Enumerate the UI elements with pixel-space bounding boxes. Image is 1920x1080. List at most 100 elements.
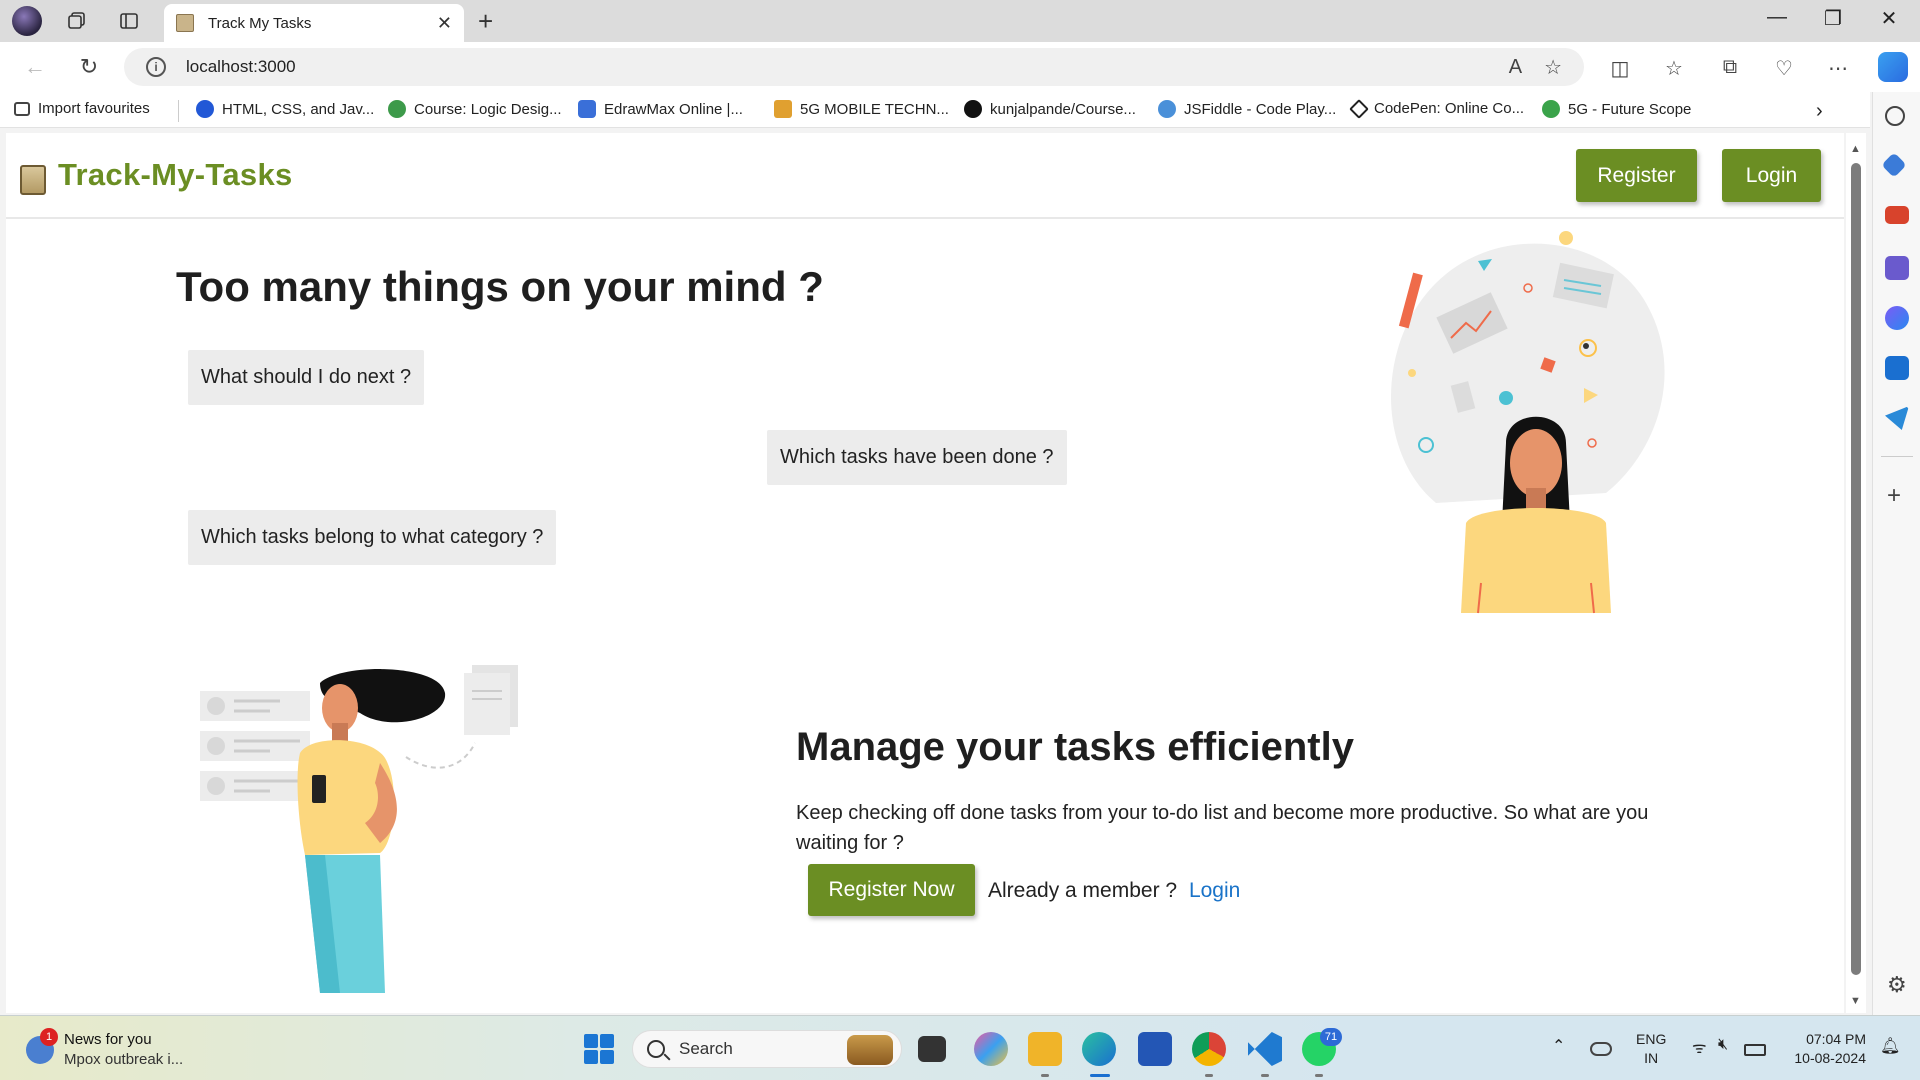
login-button[interactable]: Login (1722, 149, 1821, 202)
bookmarks-bar: Import favourites HTML, CSS, and Jav... … (0, 92, 1870, 128)
bookmark-5g-future-scope[interactable]: 5G - Future Scope (1542, 100, 1691, 118)
tools-briefcase-icon[interactable] (1885, 206, 1909, 224)
edge-sidebar: + ⚙ (1872, 92, 1920, 1015)
copilot-icon[interactable] (1878, 52, 1908, 82)
chrome-icon[interactable] (1192, 1032, 1226, 1066)
profile-avatar[interactable] (12, 6, 42, 36)
news-title[interactable]: News for you (64, 1031, 152, 1048)
battery-icon[interactable] (1744, 1044, 1766, 1056)
sidebar-search-icon[interactable] (1885, 106, 1905, 126)
notebook-icon (176, 14, 194, 32)
address-toolbar: ← ↻ i localhost:3000 A ☆ ◫ ☆ ⧉ ♡ ⋯ (0, 42, 1920, 92)
microsoft-store-icon[interactable] (1138, 1032, 1172, 1066)
microsoft365-icon[interactable] (1885, 306, 1909, 330)
register-button[interactable]: Register (1576, 149, 1697, 202)
workspaces-icon[interactable] (64, 8, 90, 34)
edge-icon[interactable] (1082, 1032, 1116, 1066)
back-arrow-icon[interactable]: ← (20, 52, 50, 82)
github-icon (964, 100, 982, 118)
coursera-icon (196, 100, 214, 118)
bookmarks-more-chevron-icon[interactable]: › (1816, 100, 1823, 123)
bookmark-html-css[interactable]: HTML, CSS, and Jav... (196, 100, 374, 118)
scroll-up-arrow-icon[interactable]: ▲ (1850, 143, 1861, 155)
windows-start-icon[interactable] (584, 1034, 614, 1064)
refresh-icon[interactable]: ↻ (74, 52, 104, 82)
whatsapp-indicator (1315, 1074, 1323, 1077)
bookmark-5g-mobile[interactable]: 5G MOBILE TECHN... (774, 100, 949, 118)
bookmark-import-favourites[interactable]: Import favourites (14, 100, 150, 117)
wifi-icon[interactable]: ᯤ (1692, 1036, 1707, 1058)
bookmark-page-icon (774, 100, 792, 118)
notification-bell-icon[interactable]: 🔔︎ (1880, 1036, 1900, 1056)
file-explorer-icon[interactable] (1028, 1032, 1062, 1066)
vscode-indicator (1261, 1074, 1269, 1077)
bookmark-jsfiddle[interactable]: JSFiddle - Code Play... (1158, 100, 1336, 118)
outlook-icon[interactable] (1885, 356, 1909, 380)
brand-title[interactable]: Track-My-Tasks (58, 157, 293, 193)
bookmark-logic-design[interactable]: Course: Logic Desig... (388, 100, 562, 118)
split-screen-icon[interactable]: ◫ (1606, 56, 1634, 81)
sidebar-divider (1881, 456, 1913, 457)
section-title: Manage your tasks efficiently (796, 725, 1354, 769)
tray-chevron-up-icon[interactable]: ⌃ (1552, 1036, 1565, 1056)
edrawmax-icon (578, 100, 596, 118)
close-window-button[interactable]: ✕ (1866, 6, 1912, 31)
windows-taskbar: 1 News for you Mpox outbreak i... Search… (0, 1015, 1920, 1080)
taskbar-search[interactable]: Search (632, 1030, 902, 1068)
file-explorer-indicator (1041, 1074, 1049, 1077)
read-aloud-icon[interactable]: A (1509, 56, 1522, 79)
input-language[interactable]: ENG IN (1636, 1030, 1666, 1068)
news-subtitle[interactable]: Mpox outbreak i... (64, 1051, 183, 1068)
tab-track-my-tasks[interactable]: Track My Tasks ✕ (164, 4, 464, 42)
search-highlight-image (847, 1035, 893, 1065)
whatsapp-badge: 71 (1320, 1028, 1342, 1046)
bookmark-codepen[interactable]: CodePen: Online Co... (1349, 98, 1524, 119)
register-now-button[interactable]: Register Now (808, 864, 975, 916)
copilot-app-icon[interactable] (974, 1032, 1008, 1066)
volume-muted-icon[interactable]: 🔇︎ (1718, 1036, 1728, 1054)
more-menu-icon[interactable]: ⋯ (1824, 56, 1852, 81)
vscode-icon[interactable] (1248, 1032, 1282, 1066)
address-bar[interactable]: i localhost:3000 A ☆ (124, 48, 1584, 86)
onedrive-cloud-icon[interactable] (1590, 1042, 1612, 1056)
shopping-tag-icon[interactable] (1881, 152, 1907, 178)
collections-icon[interactable]: ⧉ (1716, 56, 1744, 79)
page-scrollbar[interactable]: ▲ ▼ (1846, 133, 1866, 1013)
app-navbar: Track-My-Tasks Register Login (6, 133, 1844, 219)
close-tab-icon[interactable]: ✕ (437, 13, 452, 34)
news-badge: 1 (40, 1028, 58, 1046)
question-chip-next: What should I do next ? (188, 350, 425, 405)
edge-indicator (1090, 1074, 1110, 1077)
browser-essentials-icon[interactable]: ♡ (1770, 56, 1798, 81)
favorite-star-icon[interactable]: ☆ (1544, 55, 1562, 80)
url-text[interactable]: localhost:3000 (186, 57, 1509, 77)
browser-titlebar: Track My Tasks ✕ + — ❐ ✕ (0, 0, 1920, 42)
restore-button[interactable]: ❐ (1810, 6, 1856, 31)
favorites-icon[interactable]: ☆ (1660, 56, 1688, 81)
new-tab-button[interactable]: + (478, 6, 493, 37)
task-view-icon[interactable] (918, 1036, 946, 1062)
question-chip-done: Which tasks have been done ? (767, 430, 1067, 485)
clock-time: 07:04 PM (1806, 1031, 1866, 1047)
lang-region: IN (1644, 1050, 1659, 1066)
add-sidebar-app-icon[interactable]: + (1887, 482, 1901, 510)
send-icon[interactable] (1885, 406, 1909, 430)
chrome-indicator (1205, 1074, 1213, 1077)
games-icon[interactable] (1885, 256, 1909, 280)
minimize-button[interactable]: — (1754, 6, 1800, 29)
notebook-logo-icon (20, 165, 46, 195)
system-clock[interactable]: 07:04 PM 10-08-2024 (1786, 1030, 1866, 1068)
bookmark-github[interactable]: kunjalpande/Course... (964, 100, 1136, 118)
vertical-tabs-icon[interactable] (116, 8, 142, 34)
question-chip-category: Which tasks belong to what category ? (188, 510, 557, 565)
clock-date: 10-08-2024 (1794, 1050, 1866, 1066)
thinking-woman-illustration (1391, 231, 1665, 614)
member-login-link[interactable]: Login (1189, 879, 1240, 902)
site-info-icon[interactable]: i (146, 57, 166, 77)
scroll-down-arrow-icon[interactable]: ▼ (1850, 995, 1861, 1007)
sidebar-settings-gear-icon[interactable]: ⚙ (1887, 972, 1907, 998)
scroll-thumb[interactable] (1851, 163, 1861, 975)
codepen-icon (1349, 98, 1369, 119)
bookmark-edrawmax[interactable]: EdrawMax Online |... (578, 100, 743, 118)
already-member-line: Already a member ? Login (988, 879, 1240, 903)
